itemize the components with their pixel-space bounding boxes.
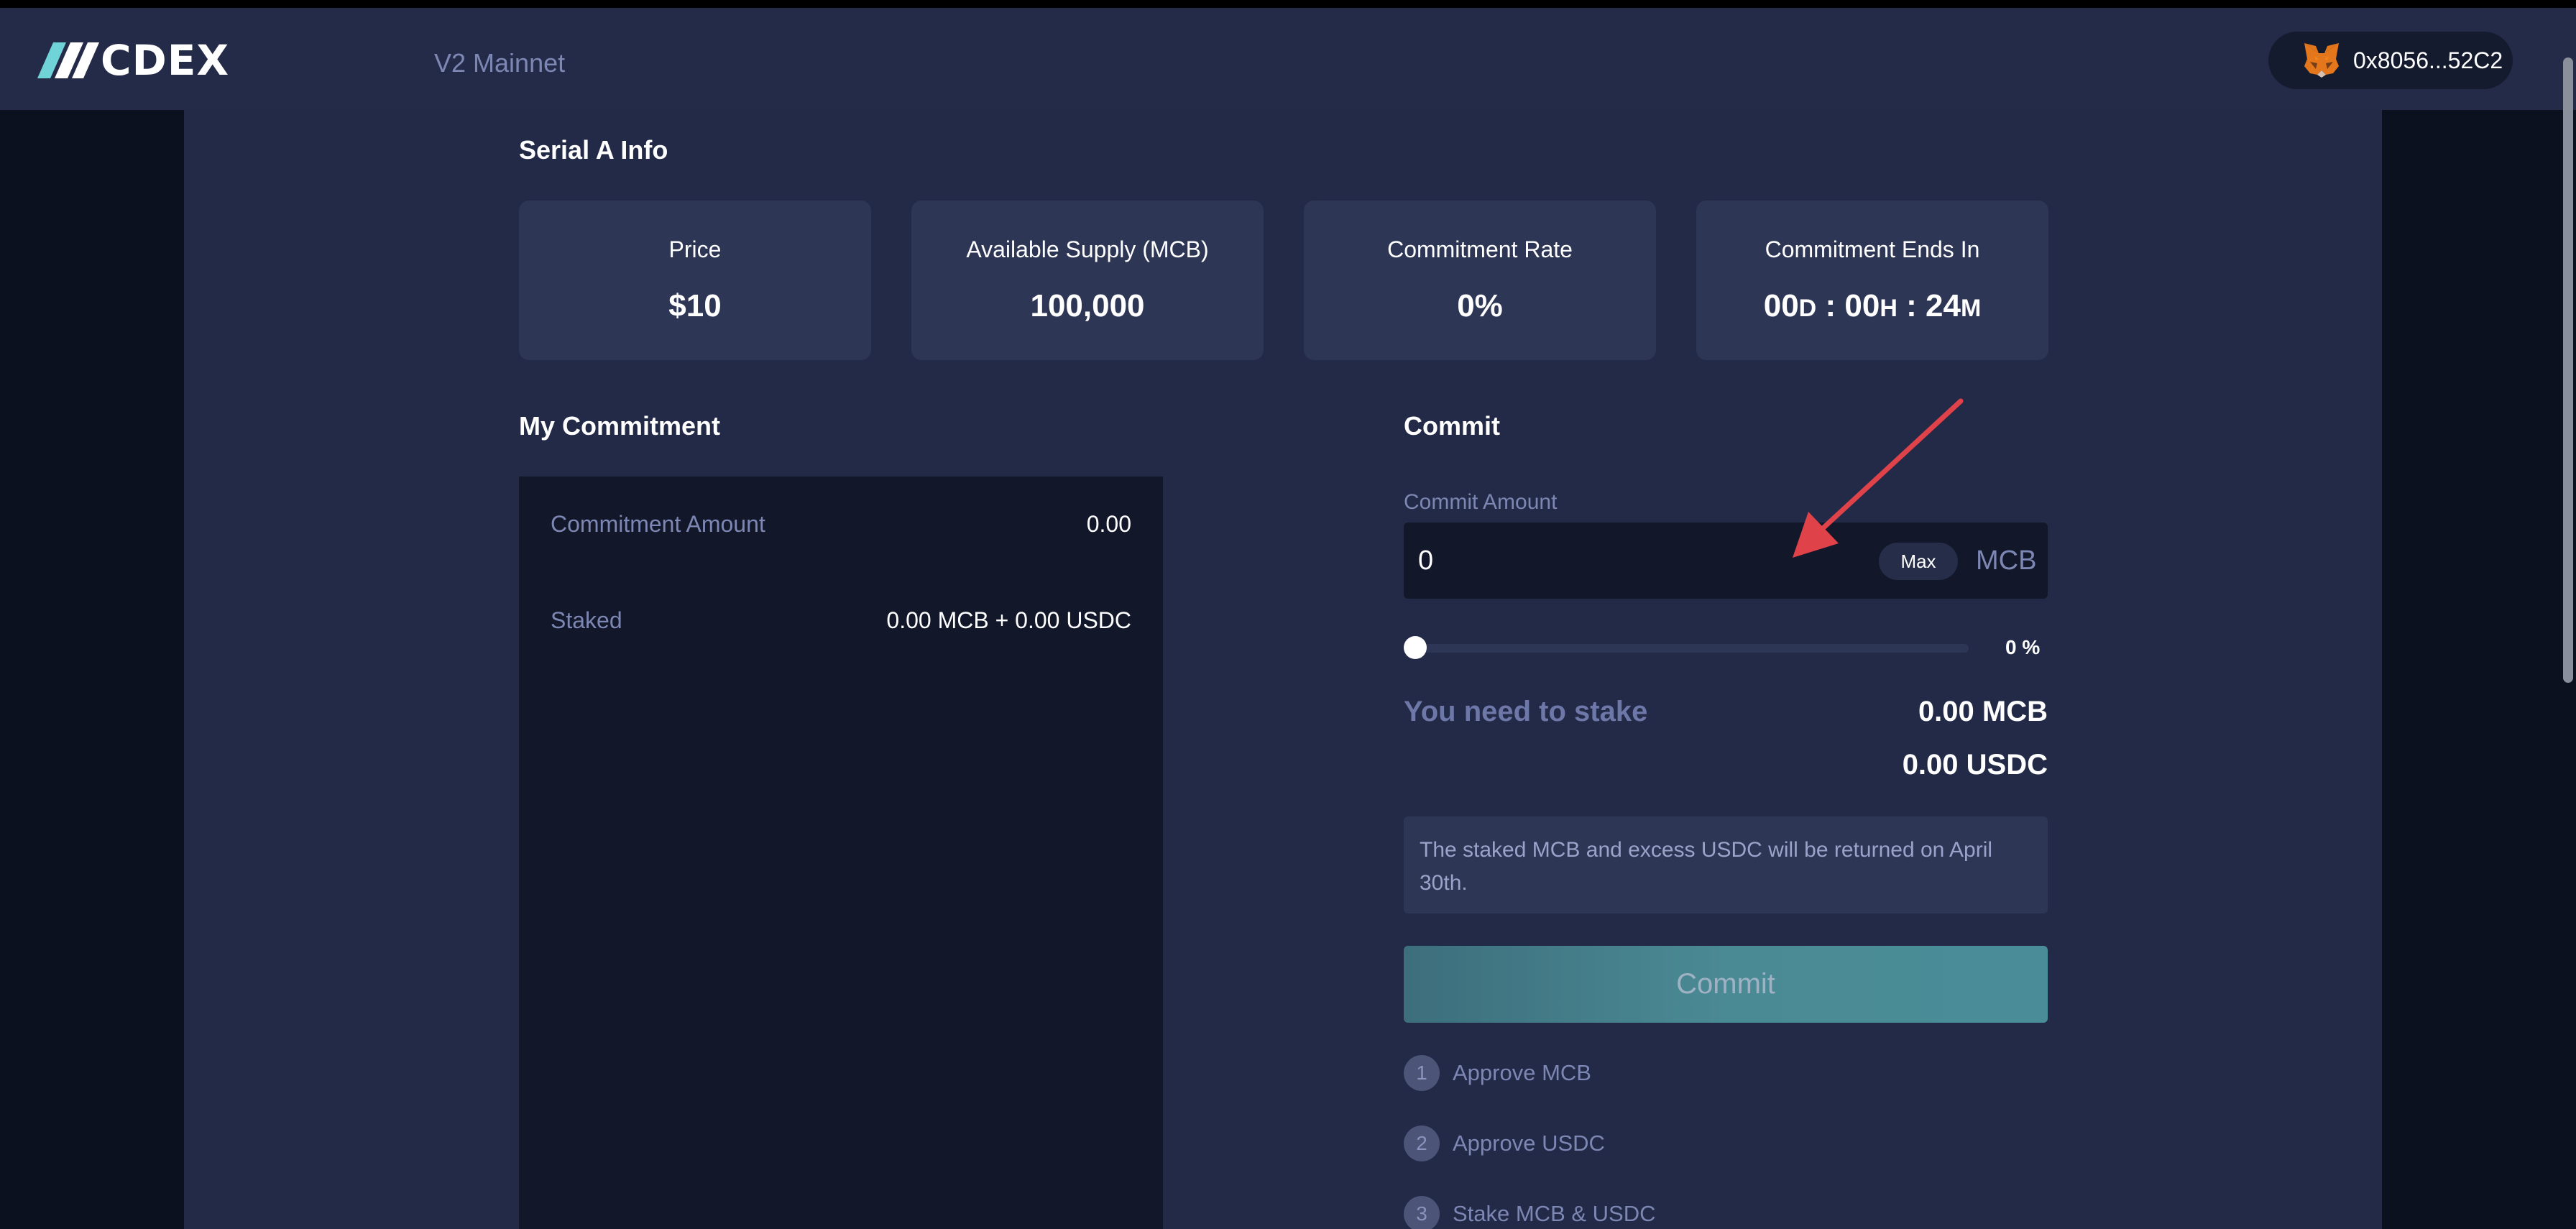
staked-label: Staked (551, 607, 622, 633)
metamask-fox-icon (2304, 43, 2339, 78)
price-value: $10 (668, 288, 722, 323)
step-approve-usdc: 2 Approve USDC (1404, 1126, 1605, 1161)
countdown-separator: : (1825, 288, 1836, 323)
supply-label: Available Supply (MCB) (966, 236, 1209, 262)
commitment-rate-card: Commitment Rate 0% (1304, 201, 1656, 360)
supply-card: Available Supply (MCB) 100,000 (911, 201, 1264, 360)
commit-slider-track[interactable] (1404, 644, 1969, 653)
step-approve-mcb: 1 Approve MCB (1404, 1055, 1591, 1091)
step-number: 3 (1404, 1196, 1440, 1229)
commit-amount-value[interactable]: 0 (1418, 546, 1433, 576)
mcdex-logo[interactable]: CDEX (37, 36, 230, 85)
countdown-days: 00 (1763, 288, 1799, 323)
wallet-button[interactable]: 0x8056...52C2 (2268, 32, 2513, 89)
network-label[interactable]: V2 Mainnet (434, 48, 565, 78)
supply-value: 100,000 (1030, 288, 1145, 323)
return-notice: The staked MCB and excess USDC will be r… (1404, 816, 2048, 913)
commitment-rate-label: Commitment Rate (1387, 236, 1573, 262)
stake-required-label: You need to stake (1404, 696, 1648, 727)
step-number: 1 (1404, 1055, 1440, 1091)
step-number: 2 (1404, 1126, 1440, 1161)
window-top-edge (0, 0, 2576, 8)
my-commitment-title: My Commitment (519, 411, 721, 441)
commit-slider-handle[interactable] (1404, 636, 1427, 659)
commit-title: Commit (1404, 411, 1500, 441)
page-scrollbar[interactable] (2563, 57, 2573, 683)
commitment-rate-value: 0% (1457, 288, 1503, 323)
stake-usdc-value: 0.00 USDC (1902, 749, 2048, 781)
header: CDEX V2 Mainnet 0x8056...52C2 (0, 8, 2576, 110)
amount-unit: MCB (1976, 546, 2037, 576)
countdown-minutes: 24 (1926, 288, 1961, 323)
main-panel (184, 110, 2382, 1229)
commitment-amount-label: Commitment Amount (551, 511, 765, 537)
commit-amount-label: Commit Amount (1404, 490, 1558, 514)
commitment-amount-value: 0.00 (1086, 511, 1131, 537)
price-label: Price (668, 236, 722, 262)
countdown-minutes-unit: M (1960, 295, 1982, 322)
price-card: Price $10 (519, 201, 871, 360)
serial-info-title: Serial A Info (519, 135, 668, 165)
mcdex-logo-mark-icon (37, 42, 99, 78)
step-label: Approve MCB (1453, 1060, 1591, 1085)
logo-text: CDEX (101, 36, 230, 85)
step-label: Stake MCB & USDC (1453, 1201, 1656, 1226)
countdown-card: Commitment Ends In 00D : 00H : 24M (1696, 201, 2048, 360)
countdown-separator: : (1906, 288, 1917, 323)
stake-mcb-value: 0.00 MCB (1918, 696, 2048, 727)
commit-button[interactable]: Commit (1404, 946, 2048, 1023)
wallet-address: 0x8056...52C2 (2353, 47, 2503, 73)
annotation-arrow-icon (1793, 398, 1964, 558)
step-stake: 3 Stake MCB & USDC (1404, 1196, 1656, 1229)
countdown-label: Commitment Ends In (1765, 236, 1980, 262)
countdown-days-unit: D (1798, 295, 1817, 322)
staked-value: 0.00 MCB + 0.00 USDC (886, 607, 1131, 633)
countdown-value: 00D : 00H : 24M (1696, 288, 2048, 324)
my-commitment-box: Commitment Amount 0.00 Staked 0.00 MCB +… (519, 477, 1163, 1229)
slider-percent: 0 % (2005, 636, 2041, 658)
countdown-hours: 00 (1844, 288, 1880, 323)
countdown-hours-unit: H (1880, 295, 1898, 322)
step-label: Approve USDC (1453, 1131, 1605, 1156)
